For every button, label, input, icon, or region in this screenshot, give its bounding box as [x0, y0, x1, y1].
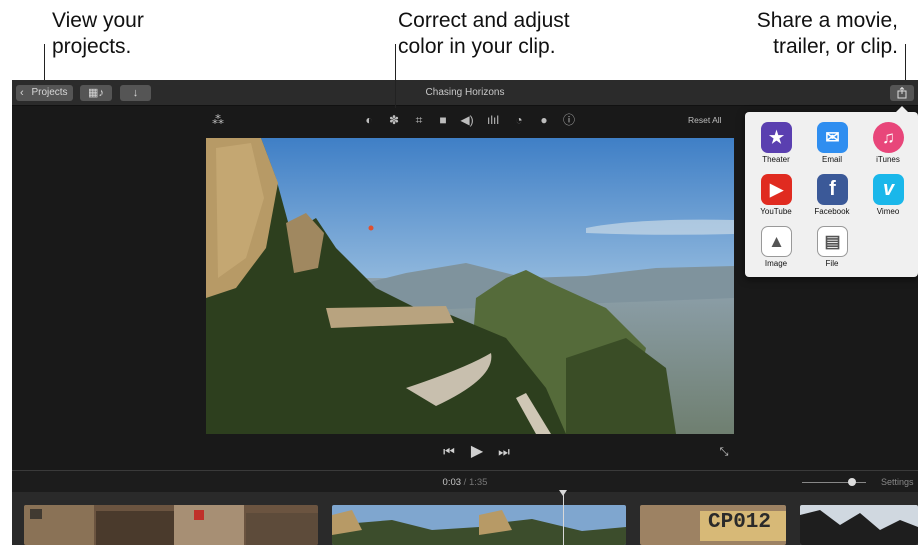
share-item-label: Image [764, 259, 788, 268]
clip-plate-text: CP012 [708, 511, 772, 534]
info-icon[interactable]: ⓘ [560, 111, 578, 129]
timeline-clip[interactable] [24, 505, 318, 545]
share-item-label: iTunes [876, 155, 900, 164]
clip-thumbnail [332, 505, 626, 545]
clip-filter-icon[interactable]: ● [535, 111, 553, 129]
callout-adjust-color: Correct and adjust color in your clip. [398, 8, 570, 60]
share-youtube[interactable]: ▶ YouTube [748, 170, 804, 222]
timeline-clip[interactable]: CP012 [640, 505, 786, 545]
callout-line: projects. [52, 35, 132, 58]
volume-icon[interactable]: ◀) [458, 111, 476, 129]
share-email[interactable]: ✉ Email [804, 118, 860, 170]
imovie-window: ‹ Projects ▦♪ ↓ Chasing Horizons ⁂ ◐ ✽ ⌗… [12, 80, 918, 545]
fullscreen-icon[interactable]: ⤡ [716, 442, 732, 462]
facebook-icon: f [817, 174, 848, 205]
callout-line: View your [52, 9, 144, 32]
current-time: 0:03 [442, 477, 462, 488]
callout-view-projects: View your projects. [52, 8, 144, 60]
share-item-label: File [825, 259, 839, 268]
timeline-header: 0:03 / 1:35 Settings [12, 470, 918, 492]
playhead[interactable] [563, 492, 564, 545]
callout-leader-line [395, 44, 396, 108]
speed-icon[interactable]: ◔ [510, 111, 528, 129]
color-balance-icon[interactable]: ◐ [360, 111, 378, 129]
share-popover: ★ Theater ✉ Email ♫ iTunes ▶ YouTube f F… [745, 106, 918, 277]
settings-button[interactable]: Settings [881, 477, 914, 487]
share-item-label: Vimeo [876, 207, 900, 216]
callout-line: Share a movie, [756, 9, 898, 32]
share-facebook[interactable]: f Facebook [804, 170, 860, 222]
toolbar: ‹ Projects ▦♪ ↓ Chasing Horizons [12, 80, 918, 106]
share-item-label: YouTube [760, 207, 792, 216]
share-icon [897, 86, 907, 99]
reset-all-button[interactable]: Reset All [688, 115, 722, 125]
itunes-icon: ♫ [873, 122, 904, 153]
zoom-slider-knob[interactable] [848, 478, 856, 486]
timeline-clip[interactable] [800, 505, 918, 545]
viewer-frame-image [206, 138, 734, 434]
share-item-label: Facebook [814, 207, 850, 216]
clip-thumbnail [800, 505, 918, 545]
color-correction-icon[interactable]: ✽ [385, 111, 403, 129]
email-icon: ✉ [817, 122, 848, 153]
clip-thumbnail [24, 505, 318, 545]
noise-reduction-icon[interactable]: ılıl [484, 111, 502, 129]
crop-icon[interactable]: ⌗ [410, 111, 428, 129]
youtube-icon: ▶ [761, 174, 792, 205]
time-separator: / [463, 477, 467, 488]
share-button[interactable] [890, 85, 914, 101]
share-item-label: Theater [762, 155, 790, 164]
file-icon: ▤ [817, 226, 848, 257]
zoom-slider-track[interactable] [802, 482, 866, 483]
skip-back-button[interactable]: ⏮ [441, 442, 457, 462]
play-button[interactable]: ▶ [467, 442, 487, 462]
share-item-label: Email [821, 155, 842, 164]
callout-line: Correct and adjust [398, 9, 570, 32]
playback-controls: ⏮ ▶ ⏭ ⤡ [12, 440, 918, 464]
timeline: CP012 [12, 492, 918, 545]
project-title: Chasing Horizons [425, 87, 505, 98]
callout-line: color in your clip. [398, 35, 556, 58]
timecode: 0:03 / 1:35 [12, 477, 918, 488]
theater-icon: ★ [761, 122, 792, 153]
image-icon: ▲ [761, 226, 792, 257]
skip-forward-button[interactable]: ⏭ [496, 442, 512, 462]
magic-wand-icon[interactable]: ⁂ [209, 111, 227, 129]
share-image[interactable]: ▲ Image [748, 222, 804, 274]
share-file[interactable]: ▤ File [804, 222, 860, 274]
vimeo-icon: v [873, 174, 904, 205]
total-duration: 1:35 [468, 477, 488, 488]
callout-line: trailer, or clip. [773, 35, 898, 58]
video-viewer[interactable] [206, 138, 734, 434]
stabilization-icon[interactable]: ■ [434, 111, 452, 129]
share-vimeo[interactable]: v Vimeo [860, 170, 916, 222]
callout-share: Share a movie, trailer, or clip. [757, 8, 898, 60]
timeline-clip[interactable] [332, 505, 626, 545]
share-itunes[interactable]: ♫ iTunes [860, 118, 916, 170]
share-theater[interactable]: ★ Theater [748, 118, 804, 170]
